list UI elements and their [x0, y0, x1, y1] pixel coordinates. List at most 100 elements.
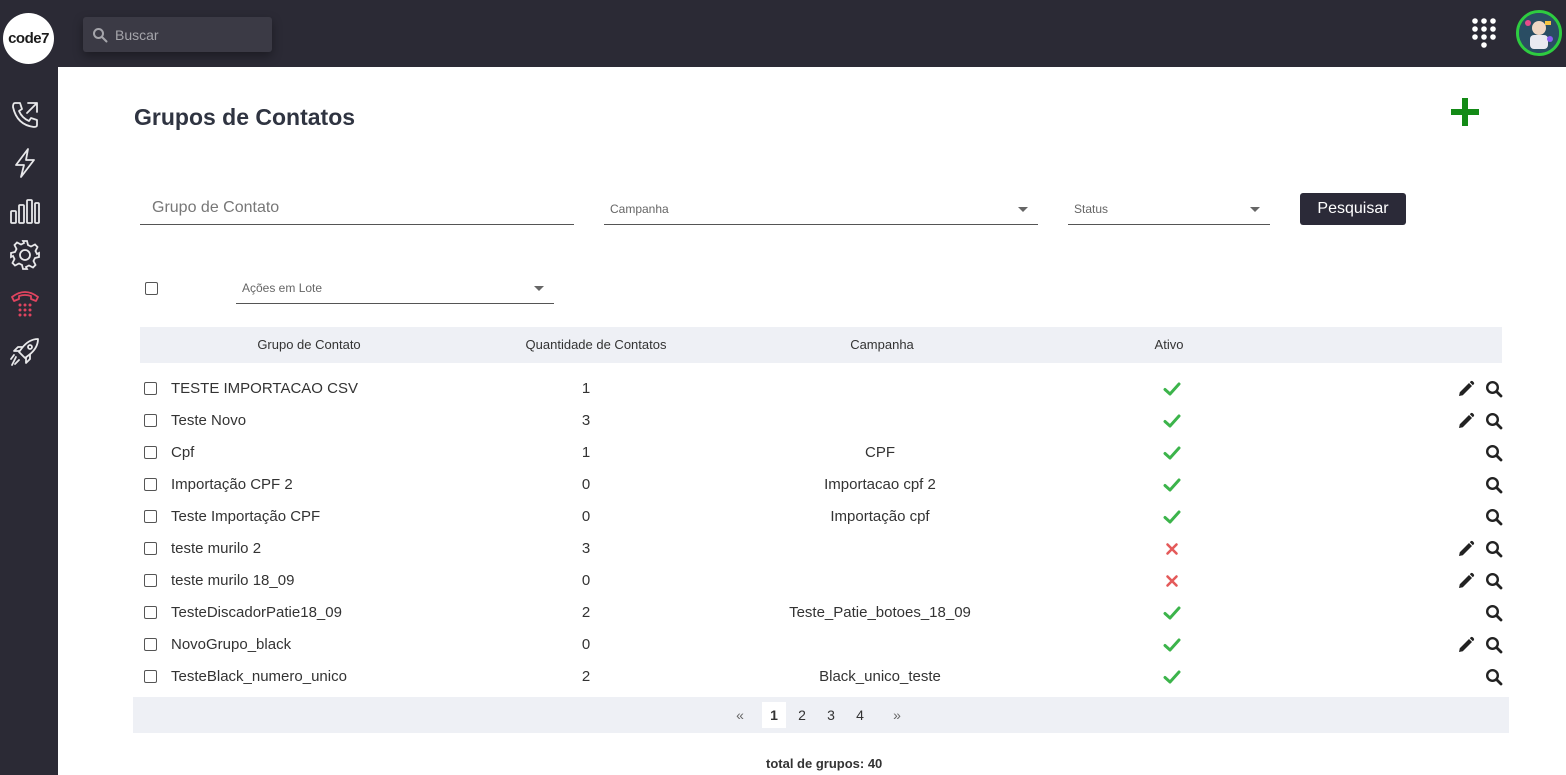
chevron-down-icon	[1250, 206, 1260, 212]
campaign-cell	[730, 373, 1030, 405]
pagination-page-4[interactable]: 4	[848, 702, 872, 728]
campaign-cell: Teste_Patie_botoes_18_09	[789, 604, 971, 621]
avatar-image-icon	[1519, 13, 1559, 53]
active-check-icon	[1163, 638, 1181, 652]
view-search-icon[interactable]	[1485, 476, 1503, 494]
campaign-select[interactable]: Campanha	[604, 194, 1038, 225]
sidebar: code7	[0, 0, 58, 775]
row-checkbox[interactable]	[144, 382, 157, 395]
campaign-cell	[730, 629, 1030, 661]
table-row: Cpf 1 CPF	[140, 437, 1503, 469]
table-row: TESTE IMPORTACAO CSV 1	[140, 373, 1503, 405]
chevron-down-icon	[534, 285, 544, 291]
status-select-label: Status	[1074, 202, 1109, 216]
active-check-icon	[1163, 510, 1181, 524]
table-row: Teste Importação CPF 0 Importação cpf	[140, 501, 1503, 533]
table-row: NovoGrupo_black 0	[140, 629, 1503, 661]
search-box[interactable]	[83, 17, 272, 52]
page-title: Grupos de Contatos	[134, 104, 356, 130]
campaign-cell: Importação cpf	[830, 508, 930, 525]
row-checkbox[interactable]	[144, 638, 157, 651]
edit-pencil-icon[interactable]	[1457, 540, 1475, 558]
header-group: Grupo de Contato	[257, 337, 361, 352]
total-groups: total de grupos: 40	[766, 756, 883, 771]
select-all-checkbox[interactable]	[145, 282, 158, 295]
view-search-icon[interactable]	[1485, 540, 1503, 558]
row-checkbox[interactable]	[144, 574, 157, 587]
search-input[interactable]	[115, 26, 265, 43]
pagination-page-2[interactable]: 2	[790, 702, 814, 728]
bar-chart-icon[interactable]	[8, 193, 42, 227]
campaign-cell	[730, 533, 1030, 565]
group-name-filter[interactable]	[140, 194, 574, 225]
lightning-icon[interactable]	[8, 146, 42, 180]
view-search-icon[interactable]	[1485, 412, 1503, 430]
dialer-phone-icon[interactable]	[8, 286, 42, 320]
campaign-cell: CPF	[865, 444, 895, 461]
add-group-button[interactable]	[1449, 96, 1481, 128]
quantity-cell: 3	[581, 540, 591, 557]
pagination-page-3[interactable]: 3	[819, 702, 843, 728]
pagination-prev[interactable]: «	[728, 702, 752, 728]
edit-pencil-icon[interactable]	[1457, 636, 1475, 654]
table-row: teste murilo 18_09 0	[140, 565, 1503, 597]
quantity-cell: 2	[581, 668, 591, 685]
group-name-cell: Teste Novo	[171, 412, 247, 429]
search-button[interactable]: Pesquisar	[1300, 193, 1406, 225]
group-name-cell: Cpf	[171, 444, 195, 461]
active-check-icon	[1163, 478, 1181, 492]
row-checkbox[interactable]	[144, 510, 157, 523]
group-name-cell: teste murilo 2	[171, 540, 262, 557]
active-check-icon	[1163, 446, 1181, 460]
campaign-cell	[730, 565, 1030, 597]
campaign-cell: Black_unico_teste	[819, 668, 941, 685]
bulk-actions-label: Ações em Lote	[242, 281, 323, 295]
row-checkbox[interactable]	[144, 606, 157, 619]
group-name-cell: TesteBlack_numero_unico	[171, 668, 347, 685]
row-checkbox[interactable]	[144, 446, 157, 459]
active-check-icon	[1163, 670, 1181, 684]
row-checkbox[interactable]	[144, 414, 157, 427]
quantity-cell: 0	[581, 572, 591, 589]
table-row: Teste Novo 3	[140, 405, 1503, 437]
row-checkbox[interactable]	[144, 542, 157, 555]
table-header: Grupo de Contato Quantidade de Contatos …	[140, 327, 1502, 363]
view-search-icon[interactable]	[1485, 636, 1503, 654]
inactive-cross-icon	[1166, 575, 1178, 587]
avatar[interactable]	[1516, 10, 1562, 56]
bulk-actions-select[interactable]: Ações em Lote	[236, 273, 554, 304]
rocket-icon[interactable]	[8, 335, 42, 369]
edit-pencil-icon[interactable]	[1457, 412, 1475, 430]
view-search-icon[interactable]	[1485, 508, 1503, 526]
campaign-cell	[730, 405, 1030, 437]
quantity-cell: 0	[581, 636, 591, 653]
search-icon	[93, 27, 108, 42]
view-search-icon[interactable]	[1485, 572, 1503, 590]
view-search-icon[interactable]	[1485, 444, 1503, 462]
group-name-cell: teste murilo 18_09	[171, 572, 295, 589]
pagination-next[interactable]: »	[885, 702, 909, 728]
table-row: teste murilo 2 3	[140, 533, 1503, 565]
view-search-icon[interactable]	[1485, 380, 1503, 398]
pagination-page-1[interactable]: 1	[762, 702, 786, 728]
group-name-input[interactable]	[140, 194, 574, 222]
edit-pencil-icon[interactable]	[1457, 572, 1475, 590]
header-quantity: Quantidade de Contatos	[525, 337, 667, 352]
row-checkbox[interactable]	[144, 670, 157, 683]
view-search-icon[interactable]	[1485, 604, 1503, 622]
header-active: Ativo	[1154, 337, 1184, 352]
gear-icon[interactable]	[8, 238, 42, 272]
edit-pencil-icon[interactable]	[1457, 380, 1475, 398]
group-name-cell: TESTE IMPORTACAO CSV	[171, 380, 358, 397]
status-select[interactable]: Status	[1068, 194, 1270, 225]
quantity-cell: 0	[581, 476, 591, 493]
phone-call-icon[interactable]	[8, 98, 42, 132]
table-row: TesteDiscadorPatie18_09 2 Teste_Patie_boto…	[140, 597, 1503, 629]
row-checkbox[interactable]	[144, 478, 157, 491]
top-bar	[58, 0, 1566, 67]
view-search-icon[interactable]	[1485, 668, 1503, 686]
active-check-icon	[1163, 414, 1181, 428]
group-name-cell: TesteDiscadorPatie18_09	[171, 604, 342, 621]
apps-grid-icon[interactable]	[1471, 17, 1497, 49]
logo[interactable]: code7	[3, 13, 54, 64]
